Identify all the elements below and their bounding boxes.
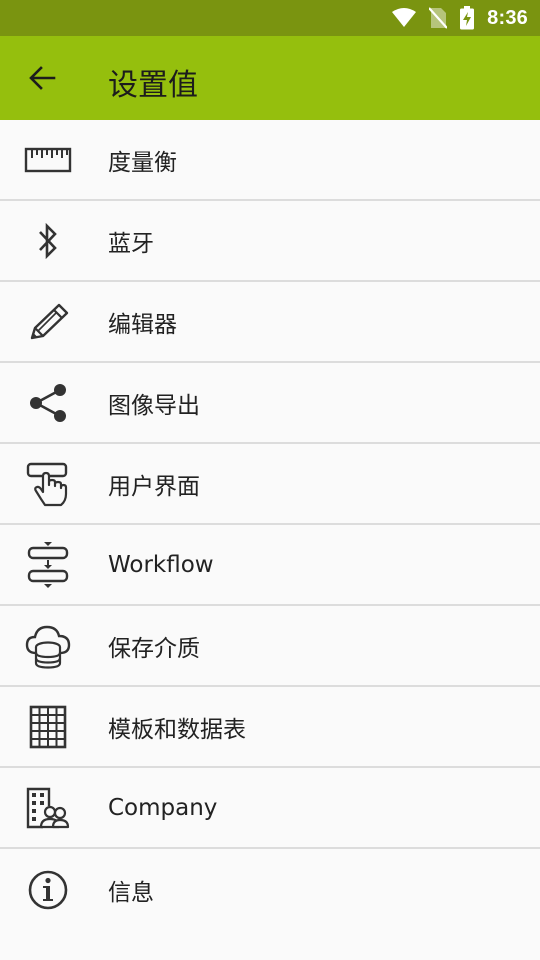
settings-item-label: 信息 xyxy=(108,879,154,906)
info-icon xyxy=(20,866,76,914)
settings-item-editor[interactable]: 编辑器 xyxy=(0,282,540,363)
no-sim-icon xyxy=(429,7,448,29)
settings-item-bluetooth[interactable]: 蓝牙 xyxy=(0,201,540,282)
page-title: 设置值 xyxy=(108,68,198,103)
battery-charging-icon xyxy=(459,6,475,30)
company-building-icon xyxy=(20,784,76,832)
settings-item-storage-medium[interactable]: 保存介质 xyxy=(0,606,540,687)
settings-item-label: 用户界面 xyxy=(108,473,200,500)
settings-list: 度量衡 蓝牙 编辑器 图像导出 用户界面 Workflow 保存介质 模板和数据… xyxy=(0,120,540,930)
app-bar: 设置值 xyxy=(0,36,540,120)
settings-item-label: 模板和数据表 xyxy=(108,716,246,743)
status-time: 8:36 xyxy=(487,6,528,29)
pencil-icon xyxy=(20,298,76,346)
workflow-icon xyxy=(20,541,76,589)
settings-item-label: 保存介质 xyxy=(108,635,200,662)
settings-item-measurement[interactable]: 度量衡 xyxy=(0,120,540,201)
table-grid-icon xyxy=(20,703,76,751)
arrow-left-icon xyxy=(28,64,56,92)
settings-item-label: Workflow xyxy=(108,551,214,578)
bluetooth-icon xyxy=(20,217,76,265)
settings-item-label: 蓝牙 xyxy=(108,230,154,257)
status-bar: 8:36 xyxy=(0,0,540,36)
settings-item-user-interface[interactable]: 用户界面 xyxy=(0,444,540,525)
ruler-icon xyxy=(20,136,76,184)
settings-item-label: 图像导出 xyxy=(108,392,200,419)
wifi-icon xyxy=(391,8,417,28)
settings-item-label: 度量衡 xyxy=(108,149,177,176)
settings-item-label: 编辑器 xyxy=(108,311,177,338)
settings-item-workflow[interactable]: Workflow xyxy=(0,525,540,606)
back-button[interactable] xyxy=(14,50,70,106)
cloud-database-icon xyxy=(20,622,76,670)
settings-item-info[interactable]: 信息 xyxy=(0,849,540,930)
touch-hand-icon xyxy=(20,460,76,508)
settings-item-company[interactable]: Company xyxy=(0,768,540,849)
share-icon xyxy=(20,379,76,427)
settings-item-templates-datasheets[interactable]: 模板和数据表 xyxy=(0,687,540,768)
settings-item-image-export[interactable]: 图像导出 xyxy=(0,363,540,444)
settings-item-label: Company xyxy=(108,794,218,821)
